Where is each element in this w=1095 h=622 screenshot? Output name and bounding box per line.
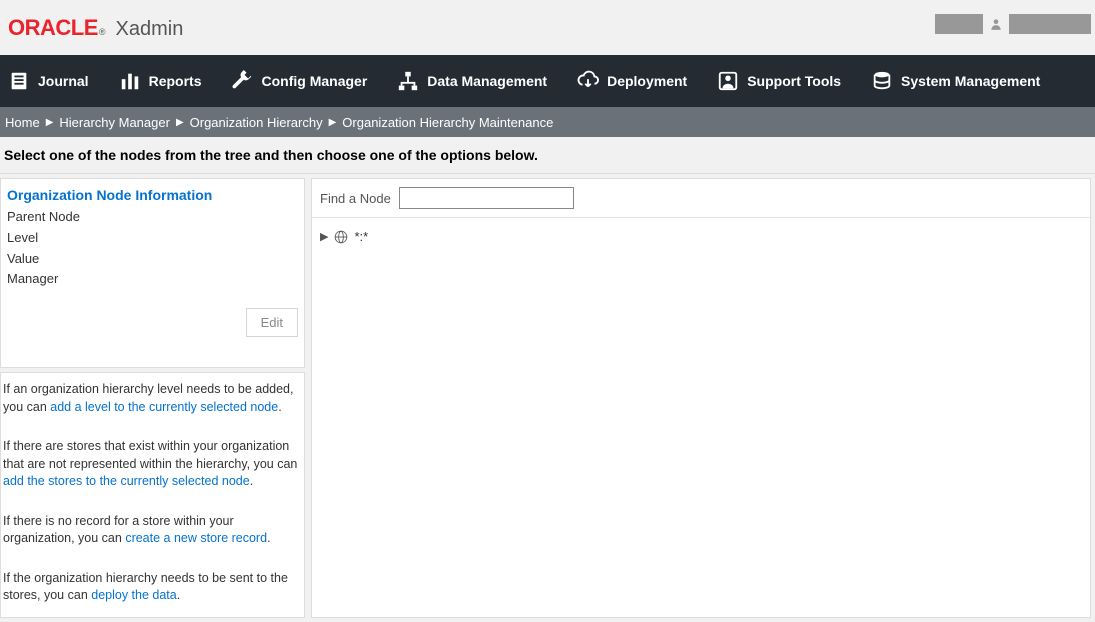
globe-icon [334,230,348,244]
nav-system-management[interactable]: System Management [871,70,1040,92]
help-text-post: . [250,474,253,488]
help-panel: If an organization hierarchy level needs… [0,372,305,618]
find-node-input[interactable] [399,187,574,209]
nav-label: Deployment [607,73,687,89]
database-icon [871,70,893,92]
crumb-current: Organization Hierarchy Maintenance [342,115,553,130]
logo-registered: ® [99,27,106,37]
info-row-level: Level [7,228,298,249]
nav-support-tools[interactable]: Support Tools [717,70,841,92]
chevron-right-icon: ▶ [46,117,54,128]
content-area: Organization Node Information Parent Nod… [0,174,1095,622]
info-panel-title: Organization Node Information [7,187,298,203]
page-instruction: Select one of the nodes from the tree an… [0,137,1095,174]
wrench-icon [231,70,253,92]
nav-deployment[interactable]: Deployment [577,70,687,92]
header-right [935,14,1091,34]
app-header: ORACLE® Xadmin [0,0,1095,55]
nav-label: Journal [38,73,89,89]
breadcrumb: Home ▶ Hierarchy Manager ▶ Organization … [0,107,1095,137]
edit-button[interactable]: Edit [246,308,298,337]
journal-icon [8,70,30,92]
help-text-post: . [177,588,180,602]
support-icon [717,70,739,92]
help-para-deploy: If the organization hierarchy needs to b… [3,570,298,605]
user-icon[interactable] [989,16,1003,32]
crumb-hierarchy-manager[interactable]: Hierarchy Manager [59,115,170,130]
info-row-manager: Manager [7,269,298,290]
info-panel: Organization Node Information Parent Nod… [0,178,305,368]
header-placeholder-2[interactable] [1009,14,1091,34]
app-name: Xadmin [116,18,184,41]
help-text-post: . [267,531,270,545]
chevron-right-icon: ▶ [329,117,337,128]
crumb-home[interactable]: Home [5,115,40,130]
find-node-row: Find a Node [312,179,1090,218]
nav-label: Reports [149,73,202,89]
hierarchy-icon [397,70,419,92]
nav-label: Support Tools [747,73,841,89]
sidebar: Organization Node Information Parent Nod… [0,174,307,622]
nav-reports[interactable]: Reports [119,70,202,92]
tree-root-label: *:* [354,229,368,244]
help-text-post: . [278,400,281,414]
find-node-label: Find a Node [320,191,391,206]
crumb-org-hierarchy[interactable]: Organization Hierarchy [190,115,323,130]
link-create-store[interactable]: create a new store record [125,531,267,545]
help-para-add-stores: If there are stores that exist within yo… [3,438,298,491]
link-add-level[interactable]: add a level to the currently selected no… [50,400,278,414]
info-row-parent-node: Parent Node [7,207,298,228]
cloud-download-icon [577,70,599,92]
oracle-logo: ORACLE® Xadmin [8,15,183,41]
help-para-new-store: If there is no record for a store within… [3,513,298,548]
reports-icon [119,70,141,92]
nav-journal[interactable]: Journal [8,70,89,92]
logo-text: ORACLE [8,15,98,41]
link-add-stores[interactable]: add the stores to the currently selected… [3,474,250,488]
tree-area: ▶ *:* [312,218,1090,254]
chevron-right-icon: ▶ [176,117,184,128]
nav-config-manager[interactable]: Config Manager [231,70,367,92]
nav-label: System Management [901,73,1040,89]
link-deploy-data[interactable]: deploy the data [91,588,177,602]
main-panel: Find a Node ▶ *:* [311,178,1091,618]
header-placeholder-1[interactable] [935,14,983,34]
help-text: If there are stores that exist within yo… [3,439,297,471]
nav-label: Data Management [427,73,547,89]
expand-icon[interactable]: ▶ [320,230,328,243]
tree-root-node[interactable]: ▶ *:* [320,229,368,244]
nav-label: Config Manager [261,73,367,89]
nav-data-management[interactable]: Data Management [397,70,547,92]
help-para-add-level: If an organization hierarchy level needs… [3,381,298,416]
info-row-value: Value [7,249,298,270]
main-nav: Journal Reports Config Manager Data Mana… [0,55,1095,107]
